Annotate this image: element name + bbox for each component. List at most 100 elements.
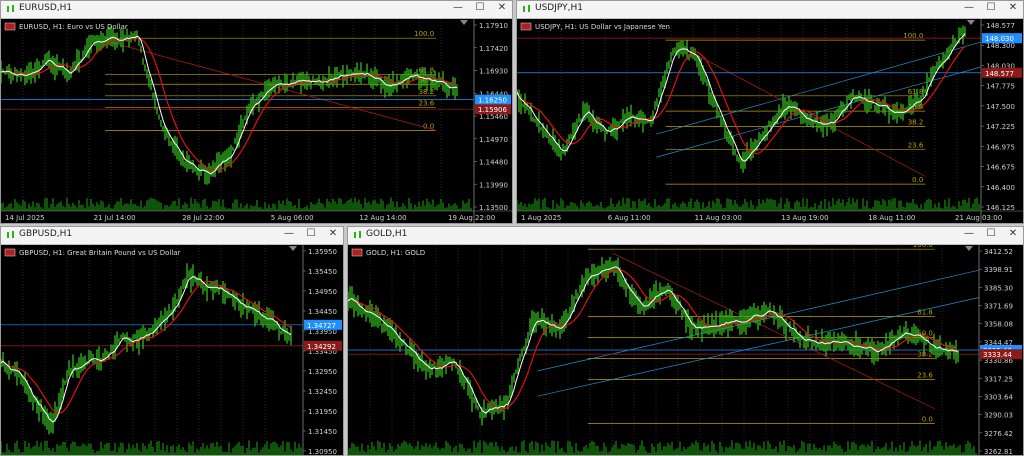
price-axis-label: 1.35950 <box>308 248 337 256</box>
price-axis-label: 1.16930 <box>479 68 508 76</box>
flag-icon <box>4 248 16 257</box>
price-axis-label: 3276.42 <box>984 430 1013 438</box>
price-chart[interactable]: 100.061.850.038.223.60.0148.577148.30014… <box>517 19 1023 223</box>
price-axis-label: 1.34950 <box>308 288 337 296</box>
window-titlebar[interactable]: EURUSD,H1 — ☐ ✕ <box>1 1 512 19</box>
fib-level-label: 100.0 <box>913 245 933 249</box>
price-badge-label: 1.16250 <box>478 97 507 105</box>
price-axis-label: 147.225 <box>986 123 1015 131</box>
time-axis-label: 14 Jul 2025 <box>5 214 45 222</box>
time-axis-label: 6 Aug 11:00 <box>608 214 651 222</box>
gbpusd-chart-window[interactable]: GBPUSD,H1 — ☐ ✕ 1.35950 1.35450 1.34950 1.344… <box>0 226 344 456</box>
fib-level-label: 0.0 <box>922 416 933 424</box>
time-axis-label: 12 Aug 14:00 <box>359 214 406 222</box>
window-title: USDJPY,H1 <box>535 3 583 13</box>
price-axis-label: 3358.08 <box>984 321 1013 329</box>
time-axis-label: 21 Jul 14:00 <box>94 214 136 222</box>
price-axis-label: 147.775 <box>986 83 1015 91</box>
window-titlebar[interactable]: GBPUSD,H1 — ☐ ✕ <box>1 227 343 245</box>
price-axis-label: 146.400 <box>986 184 1015 192</box>
price-axis-label: 148.300 <box>986 42 1015 50</box>
price-axis-label: 1.31950 <box>308 408 337 416</box>
price-chart[interactable]: 100.061.850.038.223.60.01.179101.174201.… <box>1 19 512 223</box>
price-axis-label: 3385.30 <box>984 284 1013 292</box>
flag-icon <box>351 248 363 257</box>
time-axis-label: 1 Aug 2025 <box>521 214 561 222</box>
flag-icon <box>520 22 532 31</box>
chart-window-icon <box>7 231 14 238</box>
minimize-icon[interactable]: — <box>452 2 464 13</box>
usdjpy-chart-window[interactable]: USDJPY,H1 — ☐ ✕ 100.0 61.8 50.0 38.2 23.6 0.0 14… <box>516 0 1024 224</box>
time-axis-label: 28 Jul 22:00 <box>182 214 224 222</box>
close-icon[interactable]: ✕ <box>327 228 339 239</box>
close-icon[interactable]: ✕ <box>1007 228 1019 239</box>
fib-level-label: 38.2 <box>908 119 924 127</box>
price-axis-label: 3303.64 <box>984 393 1013 401</box>
time-axis-label: 18 Aug 11:00 <box>868 214 915 222</box>
gold-chart-window[interactable]: GOLD,H1 — ☐ ✕ 100.0 61.8 50.0 38.2 23.6 0.0 3412… <box>347 226 1024 456</box>
price-axis-label: 3398.91 <box>984 266 1013 274</box>
price-axis-label: 147.500 <box>986 103 1015 111</box>
maximize-icon[interactable]: ☐ <box>474 2 486 13</box>
chart-window-icon <box>523 5 530 12</box>
flag-icon <box>4 22 16 31</box>
time-axis-label: 5 Aug 06:00 <box>271 214 314 222</box>
window-title: EURUSD,H1 <box>19 3 73 13</box>
price-axis-label: 3262.81 <box>984 448 1013 455</box>
price-axis-label: 146.975 <box>986 143 1015 151</box>
minimize-icon[interactable]: — <box>963 228 975 239</box>
price-axis-label: 1.30950 <box>308 448 337 455</box>
price-badge-label: 1.34292 <box>307 343 336 351</box>
maximize-icon[interactable]: ☐ <box>985 2 997 13</box>
maximize-icon[interactable]: ☐ <box>305 228 317 239</box>
price-axis-label: 1.35450 <box>308 268 337 276</box>
window-titlebar[interactable]: USDJPY,H1 — ☐ ✕ <box>517 1 1023 19</box>
fib-level-label: 23.6 <box>917 371 933 379</box>
time-axis-label: 13 Aug 19:00 <box>781 214 828 222</box>
symbol-description: GOLD, H1: GOLD <box>366 249 425 257</box>
window-titlebar[interactable]: GOLD,H1 — ☐ ✕ <box>348 227 1023 245</box>
close-icon[interactable]: ✕ <box>1007 2 1019 13</box>
symbol-description: EURUSD, H1: Euro vs US Dollar <box>19 23 128 31</box>
fib-level-label: 100.0 <box>414 30 434 38</box>
fib-level-label: 23.6 <box>908 142 924 150</box>
maximize-icon[interactable]: ☐ <box>985 228 997 239</box>
time-axis-label: 19 Aug 22:00 <box>448 214 495 222</box>
minimize-icon[interactable]: — <box>283 228 295 239</box>
price-axis-label: 1.32950 <box>308 368 337 376</box>
price-axis-label: 1.14970 <box>479 136 508 144</box>
fib-level-label: 0.0 <box>912 176 923 184</box>
symbol-description: GBPUSD, H1: Great Britain Pound vs US Do… <box>19 249 181 257</box>
eurusd-chart-window[interactable]: EURUSD,H1 — ☐ ✕ 100.061.850.038.223.60.01.… <box>0 0 513 224</box>
minimize-icon[interactable]: — <box>963 2 975 13</box>
price-axis-label: 1.32450 <box>308 388 337 396</box>
price-axis-label: 3412.52 <box>984 248 1013 256</box>
price-axis-label: 3290.03 <box>984 412 1013 420</box>
price-badge-label: 1.15906 <box>478 106 507 114</box>
window-title: GOLD,H1 <box>366 229 408 239</box>
close-icon[interactable]: ✕ <box>496 2 508 13</box>
window-title: GBPUSD,H1 <box>19 229 73 239</box>
price-chart[interactable]: 100.061.850.038.223.60.03412.523398.9133… <box>348 245 1023 455</box>
chart-window-icon <box>7 5 14 12</box>
price-axis-label: 1.13990 <box>479 181 508 189</box>
price-axis-label: 1.34450 <box>308 308 337 316</box>
price-axis-label: 1.14480 <box>479 159 508 167</box>
price-axis-label: 1.31450 <box>308 428 337 436</box>
price-axis-label: 146.675 <box>986 164 1015 172</box>
price-badge-label: 148.030 <box>985 35 1014 43</box>
price-axis-label: 3371.69 <box>984 303 1013 311</box>
price-axis-label: 148.577 <box>986 22 1015 30</box>
price-axis-label: 1.17420 <box>479 45 508 53</box>
price-axis-label: 3317.25 <box>984 375 1013 383</box>
chart-window-icon <box>354 231 361 238</box>
time-axis-label: 11 Aug 03:00 <box>695 214 742 222</box>
fib-level-label: 23.6 <box>419 99 435 107</box>
symbol-description: USDJPY, H1: US Dollar vs Japanese Yen <box>535 23 670 31</box>
price-chart[interactable]: 1.359501.354501.349501.344501.339501.334… <box>1 245 343 455</box>
fib-level-label: 100.0 <box>903 32 923 40</box>
time-axis-label: 21 Aug 03:00 <box>955 214 1002 222</box>
price-badge-label: 3333.44 <box>983 351 1012 359</box>
price-badge-label: 1.34727 <box>307 322 336 330</box>
price-badge-label: 148.577 <box>985 70 1014 78</box>
